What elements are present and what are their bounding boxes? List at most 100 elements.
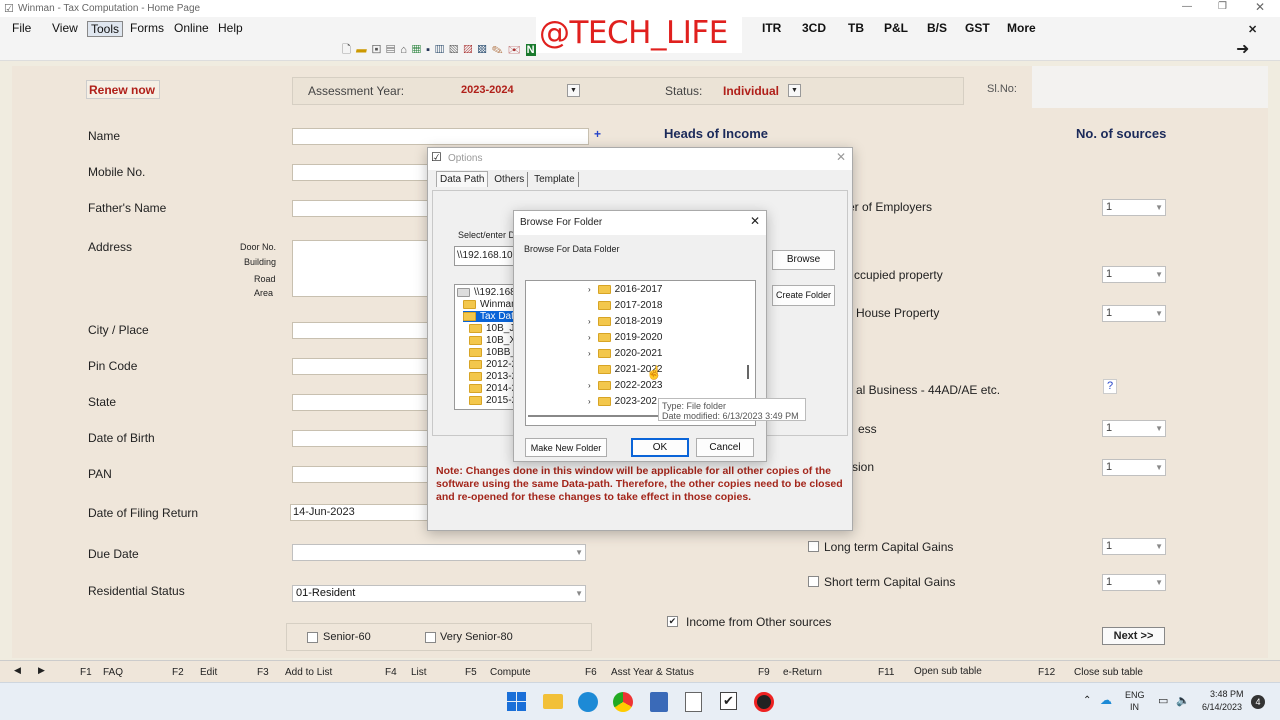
dob-input[interactable]: [292, 430, 428, 447]
next-button[interactable]: Next >>: [1102, 627, 1165, 645]
clock-time[interactable]: 3:48 PM: [1210, 689, 1244, 699]
excel-icon[interactable]: ▦: [412, 44, 426, 56]
path-tree[interactable]: \\192.168. Winman_ Tax Dat 10B_JS 10B_XM…: [454, 284, 516, 410]
fkey-list[interactable]: List: [411, 667, 427, 678]
pin-input[interactable]: [292, 358, 428, 375]
menu-tb[interactable]: TB: [848, 21, 864, 35]
clock-date[interactable]: 6/14/2023: [1202, 702, 1242, 712]
renew-button[interactable]: Renew now: [86, 80, 160, 99]
menu-help[interactable]: Help: [215, 21, 246, 35]
tab-data-path[interactable]: Data Path: [436, 171, 489, 187]
senior-checkbox[interactable]: [307, 632, 318, 643]
tab-template[interactable]: Template: [531, 172, 579, 187]
chrome-icon[interactable]: [613, 692, 633, 712]
folder-item[interactable]: › 2016-2017: [588, 284, 663, 295]
onedrive-icon[interactable]: ☁: [1100, 693, 1112, 707]
sion-count[interactable]: 1 ▼: [1102, 459, 1166, 476]
stcg-checkbox[interactable]: [808, 576, 819, 587]
menu-forms[interactable]: Forms: [127, 21, 167, 35]
folder-item[interactable]: › 2023-202: [588, 396, 657, 407]
employers-count[interactable]: 1 ▼: [1102, 199, 1166, 216]
ok-button[interactable]: OK: [631, 438, 689, 457]
app-icon-1[interactable]: [650, 692, 668, 712]
browse-button[interactable]: Browse: [772, 250, 835, 270]
lock-icon[interactable]: ▪: [426, 44, 435, 56]
dof-input[interactable]: 14-Jun-2023: [290, 504, 428, 521]
menu-more[interactable]: More: [1007, 21, 1036, 35]
edge-icon[interactable]: [578, 692, 598, 712]
state-input[interactable]: [292, 394, 428, 411]
data-path-input[interactable]: \\192.168.10: [454, 246, 518, 266]
n-icon[interactable]: N: [525, 44, 536, 56]
menu-online[interactable]: Online: [171, 21, 212, 35]
fkey-faq[interactable]: FAQ: [103, 667, 123, 678]
chevron-up-icon[interactable]: ⌃: [1083, 695, 1091, 706]
maximize-icon[interactable]: ❐: [1218, 1, 1227, 12]
browse-close-icon[interactable]: ✕: [750, 214, 760, 228]
ltcg-count[interactable]: 1 ▼: [1102, 538, 1166, 555]
save-icon[interactable]: ▣: [372, 44, 386, 56]
fkey-open-sub-table[interactable]: Open sub table: [914, 666, 982, 677]
ay-dropdown-icon[interactable]: ▼: [567, 84, 580, 97]
print-icon[interactable]: ▤: [386, 44, 400, 56]
folder-item[interactable]: › 2019-2020: [588, 332, 663, 343]
prev-icon[interactable]: ◀: [14, 665, 21, 676]
mail-icon[interactable]: ✉: [508, 44, 526, 56]
doc-icon[interactable]: ▧: [449, 44, 463, 56]
city-input[interactable]: [292, 322, 428, 339]
menu-view[interactable]: View: [49, 21, 81, 35]
pdf-icon[interactable]: ▨: [463, 44, 477, 56]
occupied-count[interactable]: 1 ▼: [1102, 266, 1166, 283]
fkey-close-sub-table[interactable]: Close sub table: [1074, 667, 1143, 678]
tree-item[interactable]: 2013-2: [469, 371, 515, 382]
pan-input[interactable]: [292, 466, 428, 483]
house-count[interactable]: 1 ▼: [1102, 305, 1166, 322]
fkey-asst-year[interactable]: Asst Year & Status: [611, 667, 694, 678]
chart-icon[interactable]: ▩: [478, 44, 492, 56]
tree-item[interactable]: Winman_: [463, 299, 515, 310]
close-icon[interactable]: ✕: [1255, 0, 1265, 14]
options-close-icon[interactable]: ✕: [836, 150, 846, 164]
fkey-e-return[interactable]: e-Return: [783, 667, 822, 678]
address-input[interactable]: [292, 240, 428, 297]
create-folder-button[interactable]: Create Folder: [772, 285, 835, 306]
toolbar-icons[interactable]: 🗋▰▣▤⌂▦▪▥▧▨▩✎✉N: [342, 41, 536, 60]
recorder-icon[interactable]: [754, 692, 774, 712]
file-explorer-icon[interactable]: [543, 694, 563, 709]
menu-3cd[interactable]: 3CD: [802, 21, 826, 35]
windows-start-icon[interactable]: [507, 692, 527, 712]
other-sources-checkbox[interactable]: ✔: [667, 616, 678, 627]
tool-icon[interactable]: ✎: [492, 44, 508, 56]
tree-item[interactable]: 10B_XM: [469, 335, 515, 346]
menu-file[interactable]: File: [9, 21, 34, 35]
fkey-edit[interactable]: Edit: [200, 667, 217, 678]
tree-item[interactable]: 2014-2: [469, 383, 515, 394]
folder-item[interactable]: › 2018-2019: [588, 316, 663, 327]
fkey-add-to-list[interactable]: Add to List: [285, 667, 332, 678]
open-icon[interactable]: ▰: [356, 44, 372, 56]
arrow-right-icon[interactable]: ➜: [1236, 39, 1249, 59]
ess-count[interactable]: 1 ▼: [1102, 420, 1166, 437]
tree-item[interactable]: 10BB_X: [469, 347, 515, 358]
menu-gst[interactable]: GST: [965, 21, 990, 35]
winman-app-icon[interactable]: ✔: [720, 692, 737, 710]
home-icon[interactable]: ⌂: [400, 44, 412, 56]
menu-pl[interactable]: P&L: [884, 21, 908, 35]
make-new-folder-button[interactable]: Make New Folder: [525, 438, 607, 457]
document-app-icon[interactable]: [685, 692, 702, 712]
network-icon[interactable]: ▭: [1158, 694, 1168, 707]
folder-item[interactable]: › 2022-2023: [588, 380, 663, 391]
folder-item[interactable]: ›2017-2018: [588, 300, 663, 311]
new-doc-icon[interactable]: 🗋: [342, 44, 356, 56]
scrollbar-thumb[interactable]: [747, 365, 749, 379]
tab-others[interactable]: Others: [491, 172, 529, 187]
lang-label[interactable]: ENG: [1125, 690, 1145, 700]
due-date-select[interactable]: ▼: [292, 544, 586, 561]
ltcg-checkbox[interactable]: [808, 541, 819, 552]
fkey-compute[interactable]: Compute: [490, 667, 531, 678]
next-icon[interactable]: ▶: [38, 665, 45, 676]
form-icon[interactable]: ▥: [435, 44, 449, 56]
menu-itr[interactable]: ITR: [762, 21, 781, 35]
tree-item-selected[interactable]: Tax Dat: [463, 311, 515, 322]
cancel-button[interactable]: Cancel: [696, 438, 754, 457]
